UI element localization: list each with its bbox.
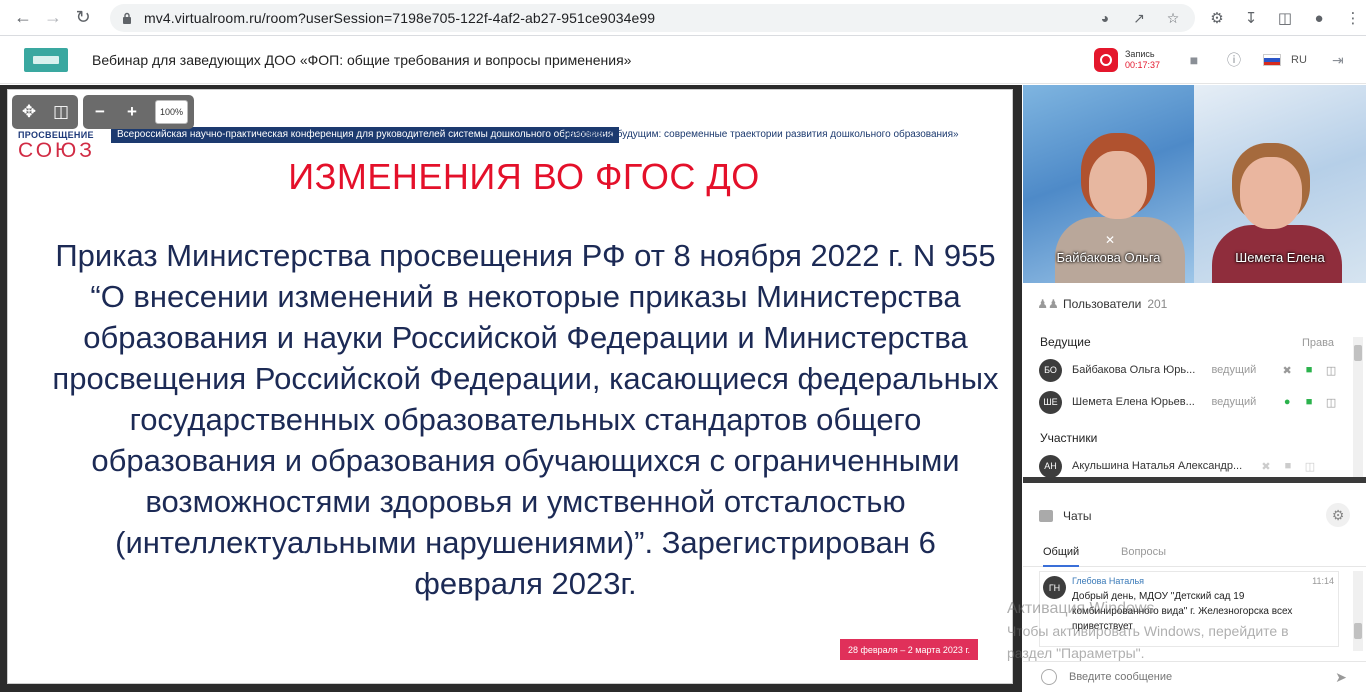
exit-icon[interactable]: ⇥ xyxy=(1327,49,1349,71)
chat-message: ГН Глебова Наталья 11:14 Добрый день, МД… xyxy=(1039,571,1339,647)
fit-width-icon[interactable]: ◫ xyxy=(50,101,72,123)
chat-panel: Чаты ⚙ Общий Вопросы ГН Глебова Наталья … xyxy=(1023,489,1366,692)
avatar: ГН xyxy=(1043,576,1066,599)
screen-share-off-icon[interactable]: ◫ xyxy=(1302,458,1318,474)
chat-scrollbar[interactable] xyxy=(1353,571,1363,651)
folder-icon[interactable]: ■ xyxy=(1183,49,1205,71)
browser-menu-icon[interactable]: ⋮ xyxy=(1341,6,1365,30)
record-indicator[interactable]: Запись 00:17:37 xyxy=(1094,48,1160,72)
camera-off-icon[interactable]: ■ xyxy=(1280,458,1296,474)
app-header: Вебинар для заведующих ДОО «ФОП: общие т… xyxy=(0,37,1366,84)
user-row[interactable]: ШЕ Шемета Елена Юрьев... ведущий ● ■ ◫ xyxy=(1039,389,1339,415)
camera-on-icon[interactable]: ■ xyxy=(1301,394,1317,410)
extensions-icon[interactable]: ⚙ xyxy=(1205,6,1229,30)
share-icon[interactable]: ↗ xyxy=(1129,8,1149,28)
chat-title: Чаты xyxy=(1063,509,1092,523)
video-name: Байбакова Ольга xyxy=(1056,250,1161,265)
slide-body-text: Приказ Министерства просвещения РФ от 8 … xyxy=(52,238,999,601)
info-icon[interactable]: ⓘ xyxy=(1223,49,1245,71)
lock-icon[interactable] xyxy=(120,11,134,25)
tab-general[interactable]: Общий xyxy=(1043,546,1080,567)
browser-toolbar: ← → ↻ mv4.virtualroom.ru/room?userSessio… xyxy=(0,0,1366,36)
hosts-label: Ведущие xyxy=(1040,335,1091,349)
user-name: Байбакова Ольга Юрь... xyxy=(1072,364,1196,376)
user-row[interactable]: БО Байбакова Ольга Юрь... ведущий ✖ ■ ◫ xyxy=(1039,357,1339,383)
user-role: ведущий xyxy=(1211,364,1257,376)
conference-banner: Всероссийская научно-практическая конфер… xyxy=(111,127,620,143)
date-tag: 28 февраля – 2 марта 2023 г. xyxy=(840,639,978,660)
slide-title: ИЗМЕНЕНИЯ ВО ФГОС ДО xyxy=(288,156,760,197)
chat-tabs: Общий Вопросы xyxy=(1023,539,1366,567)
slide-toolbar: ✥ ◫ − + 100% xyxy=(12,95,195,129)
message-text: Добрый день, МДОУ "Детский сад 19 комбин… xyxy=(1072,591,1293,632)
app-logo xyxy=(24,48,68,72)
user-name: Акульшина Наталья Александр... xyxy=(1072,460,1243,472)
user-row[interactable]: АН Акульшина Наталья Александр... ✖ ■ ◫ xyxy=(1039,453,1339,479)
record-icon[interactable] xyxy=(1094,48,1118,72)
camera-on-icon[interactable]: ■ xyxy=(1301,362,1317,378)
send-icon[interactable]: ➤ xyxy=(1332,668,1350,686)
users-scrollbar[interactable] xyxy=(1353,337,1363,477)
mic-off-icon[interactable]: ✖ xyxy=(1279,362,1295,378)
zoom-level: 100% xyxy=(155,100,189,124)
side-panel-icon[interactable]: ◫ xyxy=(1273,6,1297,30)
record-label: Запись xyxy=(1125,49,1155,59)
screen-share-off-icon[interactable]: ◫ xyxy=(1323,362,1339,378)
emoji-icon[interactable] xyxy=(1041,669,1057,685)
users-title: Пользователи xyxy=(1063,297,1142,311)
url-text: mv4.virtualroom.ru/room?userSession=7198… xyxy=(144,10,656,26)
chat-compose: ➤ xyxy=(1023,661,1366,692)
mic-off-icon[interactable]: ✖ xyxy=(1258,458,1274,474)
avatar: ШЕ xyxy=(1039,390,1062,414)
users-count: 201 xyxy=(1147,297,1168,311)
russia-flag-icon[interactable] xyxy=(1263,54,1281,66)
mic-off-icon: ✕ xyxy=(1104,233,1116,247)
conference-quote: «В союзе с будущим: современные траектор… xyxy=(563,129,959,140)
performance-icon[interactable]: ◕ xyxy=(1095,8,1115,28)
language-selector[interactable]: RU xyxy=(1291,54,1307,66)
address-bar[interactable]: mv4.virtualroom.ru/room?userSession=7198… xyxy=(110,4,1195,32)
forward-arrow-icon[interactable]: → xyxy=(38,3,68,33)
profile-avatar-icon[interactable]: ● xyxy=(1307,6,1331,30)
avatar: АН xyxy=(1039,454,1062,478)
mic-on-icon[interactable]: ● xyxy=(1279,394,1295,410)
users-panel: ♟♟ Пользователи 201 Ведущие Права БО Бай… xyxy=(1023,283,1366,483)
video-tiles: ✕ Байбакова Ольга Шемета Елена xyxy=(1023,85,1366,283)
right-panel: ✕ Байбакова Ольга Шемета Елена ♟♟ Пользо… xyxy=(1023,85,1366,692)
webinar-title: Вебинар для заведующих ДОО «ФОП: общие т… xyxy=(92,52,632,68)
move-icon[interactable]: ✥ xyxy=(18,101,40,123)
screen-share-off-icon[interactable]: ◫ xyxy=(1323,394,1339,410)
user-role: ведущий xyxy=(1211,396,1257,408)
back-arrow-icon[interactable]: ← xyxy=(8,3,38,33)
chat-settings-gear-icon[interactable]: ⚙ xyxy=(1326,503,1350,527)
reload-icon[interactable]: ↻ xyxy=(68,3,98,33)
video-tile[interactable]: ✕ Байбакова Ольга xyxy=(1023,85,1194,283)
zoom-in-button[interactable]: + xyxy=(121,101,143,123)
download-icon[interactable]: ↧ xyxy=(1239,6,1263,30)
message-author[interactable]: Глебова Наталья xyxy=(1072,576,1144,586)
users-icon: ♟♟ xyxy=(1037,297,1059,311)
avatar: БО xyxy=(1039,358,1062,382)
video-tile[interactable]: Шемета Елена xyxy=(1194,85,1366,283)
record-time: 00:17:37 xyxy=(1125,60,1161,70)
rights-label: Права xyxy=(1302,337,1334,349)
message-input[interactable] xyxy=(1069,666,1319,688)
user-name: Шемета Елена Юрьев... xyxy=(1072,396,1195,408)
video-name: Шемета Елена xyxy=(1235,250,1325,265)
tab-questions[interactable]: Вопросы xyxy=(1121,546,1166,558)
zoom-out-button[interactable]: − xyxy=(89,101,111,123)
message-time: 11:14 xyxy=(1312,576,1334,586)
bookmark-star-icon[interactable]: ☆ xyxy=(1163,8,1183,28)
presentation-slide: ПРОСВЕЩЕНИЕ СОЮЗ Всероссийская научно-пр… xyxy=(7,89,1013,684)
chat-icon xyxy=(1039,510,1053,522)
participants-label: Участники xyxy=(1040,431,1098,445)
presentation-stage: ПРОСВЕЩЕНИЕ СОЮЗ Всероссийская научно-пр… xyxy=(0,85,1022,692)
